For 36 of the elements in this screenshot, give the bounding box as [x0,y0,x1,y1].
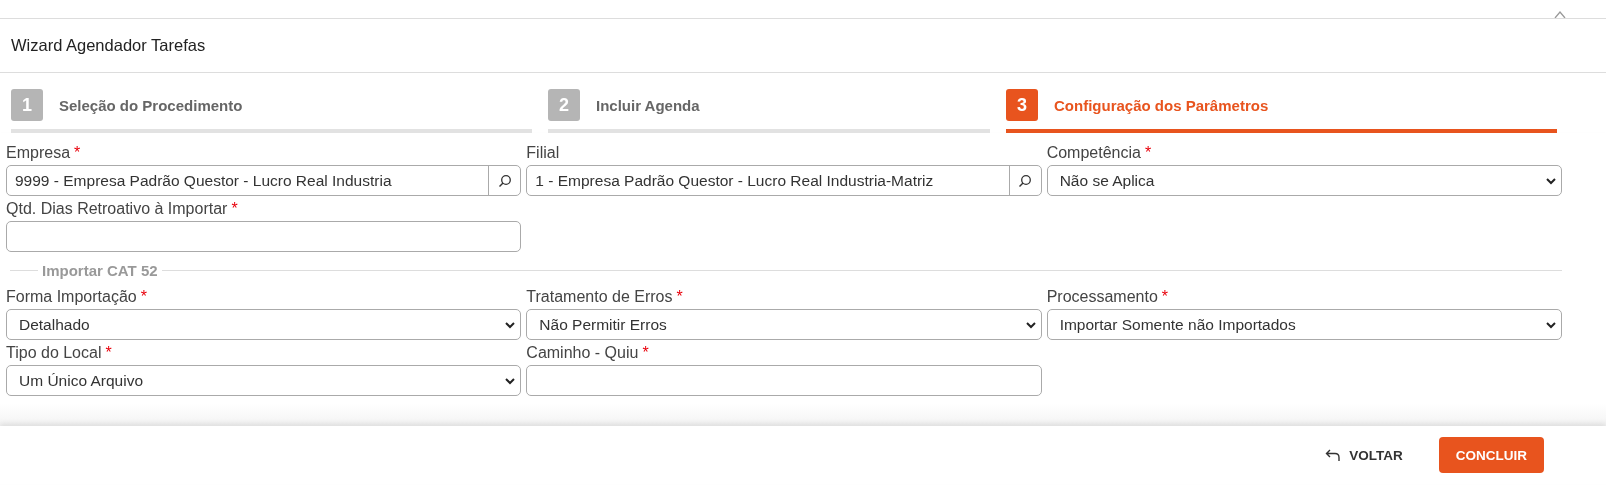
search-icon [497,173,512,188]
select-field[interactable]: Detalhado [6,309,522,340]
wizard-step[interactable]: 3 Configuração dos Parâmetros [1006,89,1557,133]
section-title: Importar CAT 52 [42,262,158,279]
field-label: Qtd. Dias Retroativo à Importar [6,200,228,218]
field-label: Tratamento de Erros [526,288,673,306]
required-mark: * [74,144,81,162]
field-label: Processamento [1046,288,1158,306]
return-arrow-icon [1325,448,1342,462]
finish-button[interactable]: CONCLUIR [1438,437,1544,473]
select-field[interactable]: Não Permitir Erros [526,309,1042,340]
select-field[interactable]: Um Único Arquivo [6,365,522,396]
input-field[interactable] [526,365,1042,396]
required-mark: * [231,200,238,218]
search-icon [1018,173,1033,188]
lookup-field[interactable]: 1 - Empresa Padrão Questor - Lucro Real Industria-Matriz [526,165,1042,196]
select-field[interactable]: Importar Somente não Importados [1046,309,1562,340]
wizard-step[interactable]: 1 Seleção do Procedimento [11,89,532,133]
field-label: Filial [526,144,560,162]
field-label: Competência [1046,144,1141,162]
field-label: Tipo do Local [6,344,102,362]
required-mark: * [105,344,112,362]
field-label: Empresa [6,144,71,162]
wizard-step[interactable]: 2 Incluir Agenda [548,89,990,133]
input-field[interactable] [6,221,522,252]
required-mark: * [1144,144,1152,162]
required-mark: * [140,288,147,306]
required-mark: * [1161,288,1169,306]
back-button[interactable]: VOLTAR [1325,441,1403,469]
select-field[interactable]: Não se Aplica [1046,165,1562,196]
field-label: Forma Importação [6,288,137,306]
required-mark: * [642,344,649,362]
lookup-field[interactable]: 9999 - Empresa Padrão Questor - Lucro Real Industria [6,165,522,196]
required-mark: * [676,288,683,306]
window-title: Wizard Agendador Tarefas [11,36,206,55]
field-label: Caminho - Quiu [526,344,639,362]
